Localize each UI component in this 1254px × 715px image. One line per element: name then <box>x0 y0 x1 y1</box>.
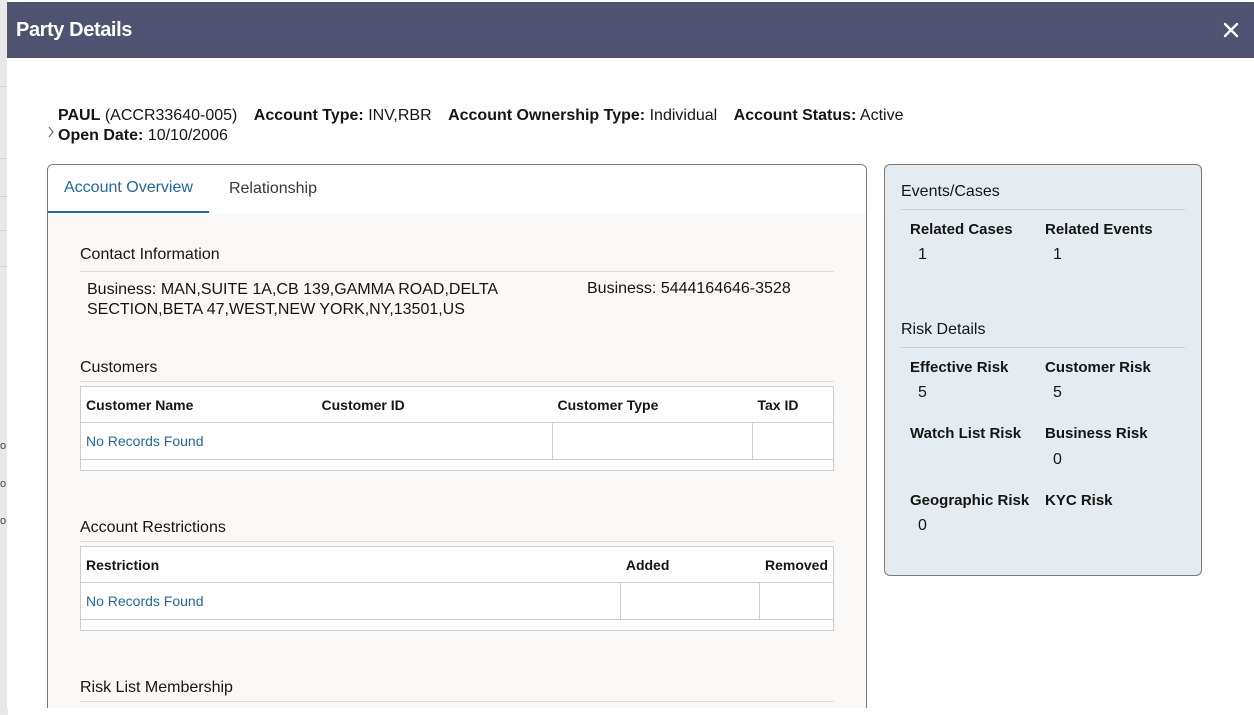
panel-body: Contact Information Business: MAN,SUITE … <box>80 213 834 708</box>
business-risk-label: Business Risk <box>1045 425 1148 442</box>
no-records-text: No Records Found <box>80 582 622 620</box>
empty-cell <box>620 582 761 620</box>
tab-relationship[interactable]: Relationship <box>213 165 333 213</box>
section-divider <box>901 347 1185 348</box>
table-row: No Records Found <box>80 422 834 460</box>
table-footer-row <box>80 459 834 471</box>
related-cases-label: Related Cases <box>910 221 1013 238</box>
business-phone: Business: 5444164646-3528 <box>587 280 791 297</box>
column-header-removed[interactable]: Removed <box>759 546 834 583</box>
summary-line-2: Open Date: 10/10/2006 <box>47 126 903 146</box>
account-summary: PAUL (ACCR33640-005) Account Type: INV,R… <box>47 106 903 146</box>
tab-account-overview[interactable]: Account Overview <box>48 165 209 213</box>
customers-section: Customers Customer Name Customer ID Cust… <box>80 359 834 471</box>
account-id: (ACCR33640-005) <box>104 107 238 124</box>
effective-risk-value: 5 <box>918 384 927 401</box>
restrictions-section-title: Account Restrictions <box>80 519 226 536</box>
contact-section-title: Contact Information <box>80 246 834 272</box>
expand-chevron-icon[interactable] <box>47 124 55 144</box>
open-date-value: 10/10/2006 <box>147 127 228 144</box>
address-line-1: Business: MAN,SUITE 1A,CB 139,GAMMA ROAD… <box>87 281 499 298</box>
table-row: No Records Found <box>80 582 834 620</box>
ownership-type-label: Account Ownership Type: <box>448 107 646 124</box>
customer-risk-label: Customer Risk <box>1045 359 1151 376</box>
restrictions-section: Account Restrictions Restriction Added R… <box>80 519 834 631</box>
address-line-2: SECTION,BETA 47,WEST,NEW YORK,NY,13501,U… <box>87 301 465 318</box>
summary-line-1: PAUL (ACCR33640-005) Account Type: INV,R… <box>47 106 903 126</box>
close-icon <box>1223 22 1239 38</box>
customer-risk-value: 5 <box>1053 384 1062 401</box>
column-header-added[interactable]: Added <box>620 546 760 583</box>
business-address: Business: MAN,SUITE 1A,CB 139,GAMMA ROAD… <box>87 280 507 320</box>
dialog-title: Party Details <box>16 18 132 41</box>
events-risk-panel: Events/Cases Related Cases 1 Related Eve… <box>884 164 1202 576</box>
kyc-risk-label: KYC Risk <box>1045 492 1113 509</box>
account-status-label: Account Status: <box>733 107 857 124</box>
risk-list-section: Risk List Membership <box>80 679 834 708</box>
column-header-customer-name[interactable]: Customer Name <box>80 386 317 423</box>
column-header-restriction[interactable]: Restriction <box>80 546 621 583</box>
open-date-label: Open Date: <box>58 127 144 144</box>
related-cases-value[interactable]: 1 <box>918 246 927 264</box>
table-header-row: Restriction Added Removed <box>80 546 834 583</box>
account-overview-panel: Account Overview Relationship Contact In… <box>47 164 867 708</box>
contact-section: Contact Information Business: MAN,SUITE … <box>80 246 834 332</box>
empty-cell <box>759 582 834 620</box>
events-cases-title: Events/Cases <box>901 183 1000 200</box>
effective-risk-label: Effective Risk <box>910 359 1009 376</box>
account-type-label: Account Type: <box>253 107 364 124</box>
ownership-type-value: Individual <box>649 107 718 124</box>
restrictions-table: Restriction Added Removed No Records Fou… <box>80 546 834 631</box>
tab-bar: Account Overview Relationship <box>48 165 866 213</box>
customers-section-title: Customers <box>80 359 158 376</box>
risk-list-divider <box>80 701 834 708</box>
dialog-header: Party Details <box>7 2 1254 58</box>
watch-list-risk-label: Watch List Risk <box>910 425 1022 442</box>
geographic-risk-value: 0 <box>918 517 927 534</box>
related-events-label: Related Events <box>1045 221 1153 238</box>
no-records-text: No Records Found <box>80 422 553 460</box>
account-type-value: INV,RBR <box>368 107 432 124</box>
risk-list-section-title: Risk List Membership <box>80 679 233 696</box>
column-header-tax-id[interactable]: Tax ID <box>752 386 834 423</box>
party-details-dialog: Party Details PAUL (ACCR33640-005) Accou… <box>7 2 1254 708</box>
section-divider <box>901 209 1185 210</box>
business-risk-value: 0 <box>1053 451 1062 468</box>
table-header-row: Customer Name Customer ID Customer Type … <box>80 386 834 423</box>
column-header-customer-type[interactable]: Customer Type <box>552 386 753 423</box>
risk-details-title: Risk Details <box>901 321 986 338</box>
table-footer-row <box>80 619 834 631</box>
empty-cell <box>552 422 753 460</box>
account-holder-name: PAUL <box>58 107 101 124</box>
contact-details: Business: MAN,SUITE 1A,CB 139,GAMMA ROAD… <box>80 272 834 332</box>
empty-cell <box>752 422 834 460</box>
related-events-value[interactable]: 1 <box>1053 246 1062 264</box>
customers-table: Customer Name Customer ID Customer Type … <box>80 386 834 471</box>
column-header-customer-id[interactable]: Customer ID <box>316 386 553 423</box>
close-button[interactable] <box>1218 17 1244 43</box>
account-status-value: Active <box>859 107 904 124</box>
geographic-risk-label: Geographic Risk <box>910 492 1030 509</box>
